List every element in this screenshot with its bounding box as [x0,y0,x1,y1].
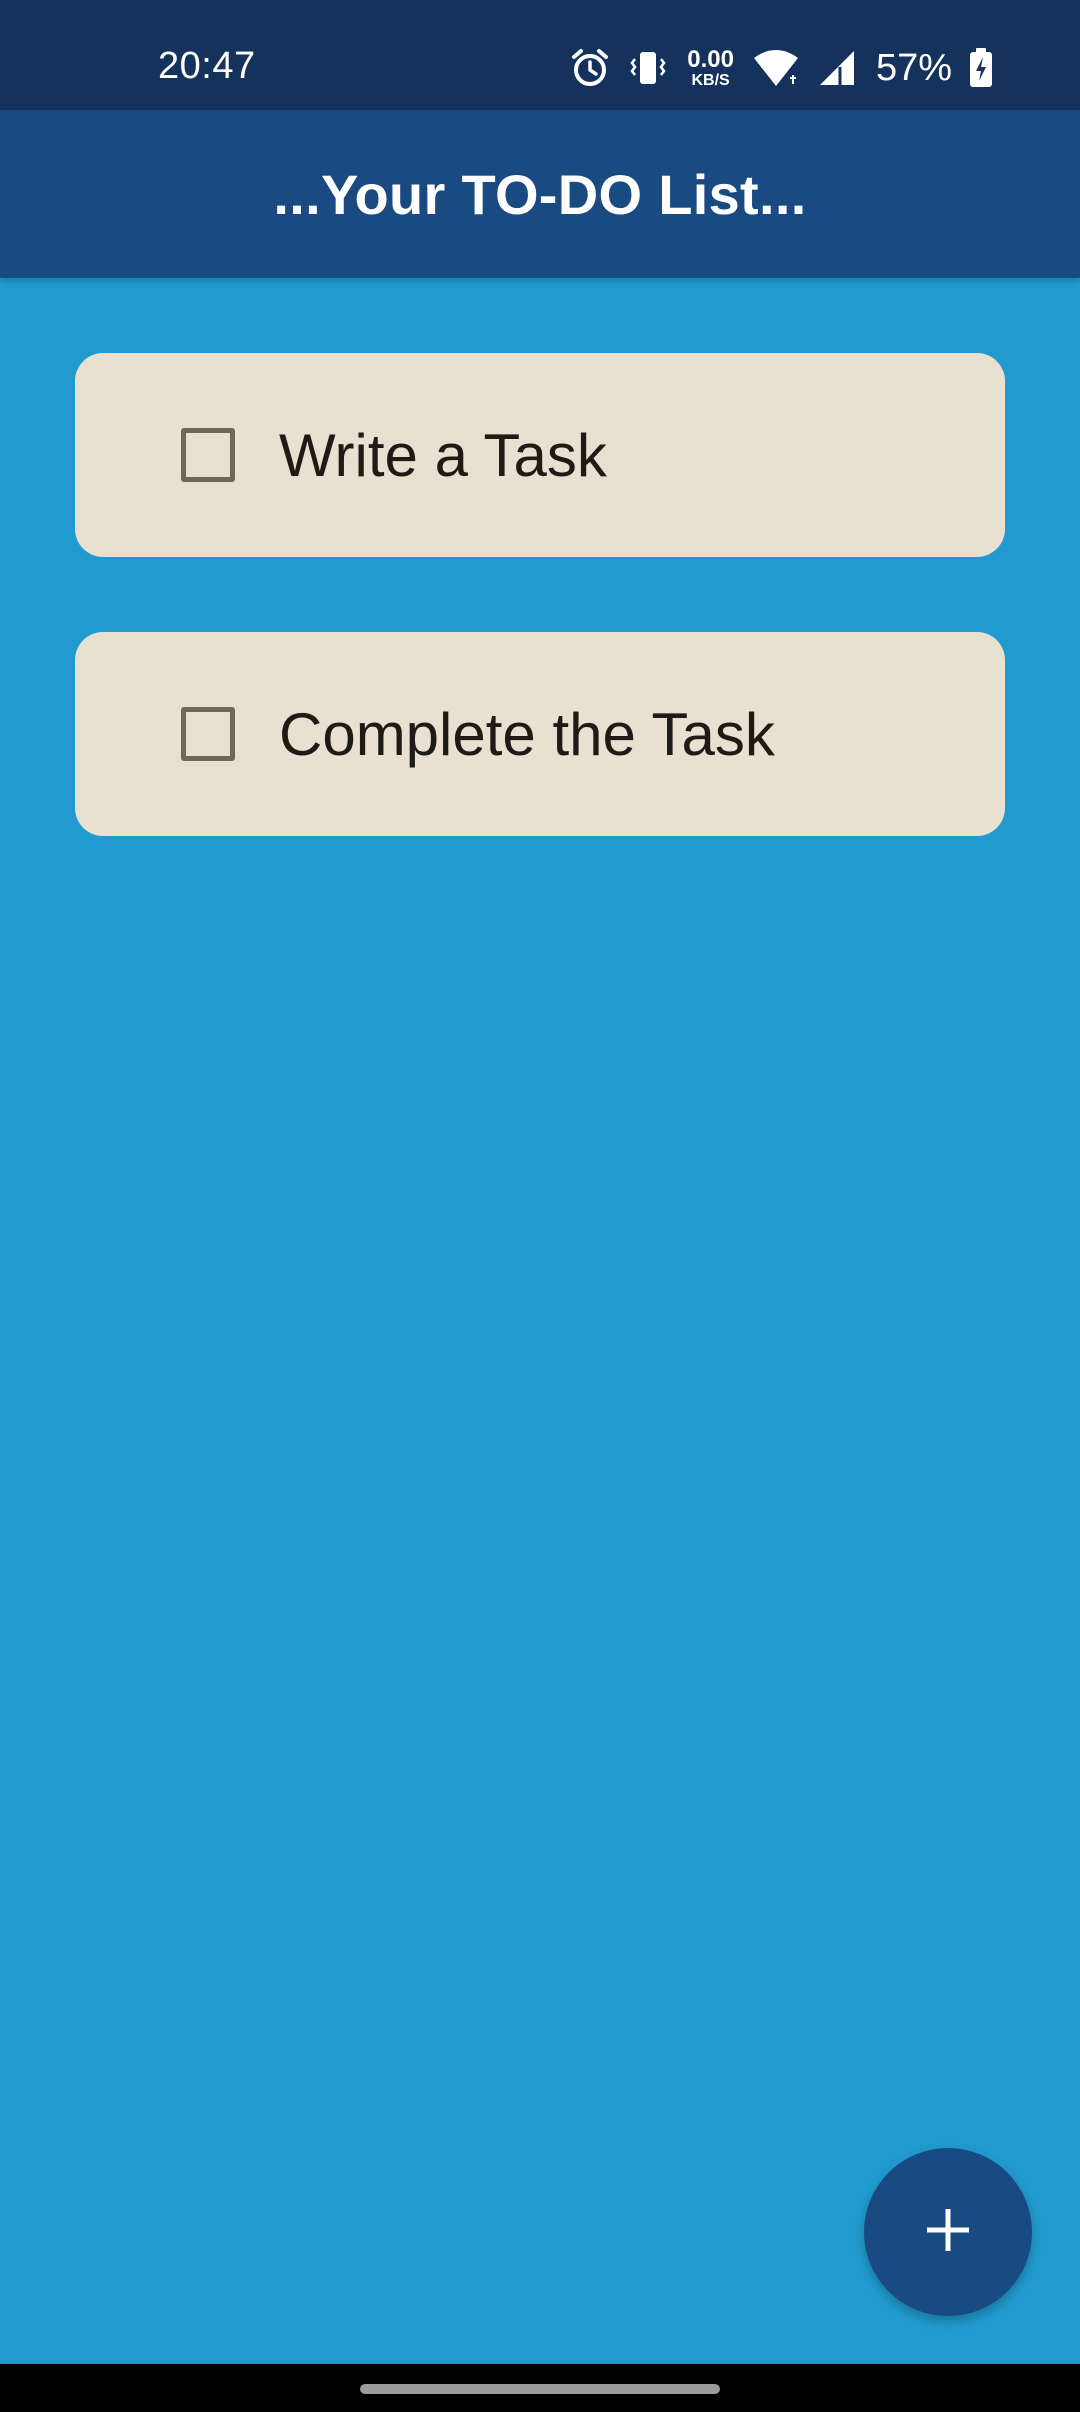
task-label: Complete the Task [279,700,775,768]
page-title: ...Your TO-DO List... [273,162,807,226]
net-speed: 0.00 KB/S [687,45,734,89]
plus-icon [923,2205,973,2260]
battery-percent: 57% [875,46,952,89]
task-checkbox[interactable] [181,428,235,482]
status-bar: 20:47 0.00 KB/S 57% [0,0,1080,110]
task-checkbox[interactable] [181,707,235,761]
app-bar: ...Your TO-DO List... [0,110,1080,278]
add-task-button[interactable] [864,2148,1032,2316]
task-label: Write a Task [279,421,607,489]
status-time: 20:47 [158,45,256,87]
battery-charging-icon [968,47,994,89]
navigation-bar [0,2364,1080,2412]
vibrate-icon [627,47,669,89]
home-gesture-handle[interactable] [360,2384,720,2394]
wifi-icon [752,48,800,88]
net-speed-value: 0.00 [687,45,734,73]
task-item[interactable]: Write a Task [75,353,1005,557]
signal-icon [816,47,858,89]
status-icons: 0.00 KB/S 57% [569,44,994,92]
net-speed-unit: KB/S [691,71,730,89]
task-item[interactable]: Complete the Task [75,632,1005,836]
alarm-icon [569,47,611,89]
